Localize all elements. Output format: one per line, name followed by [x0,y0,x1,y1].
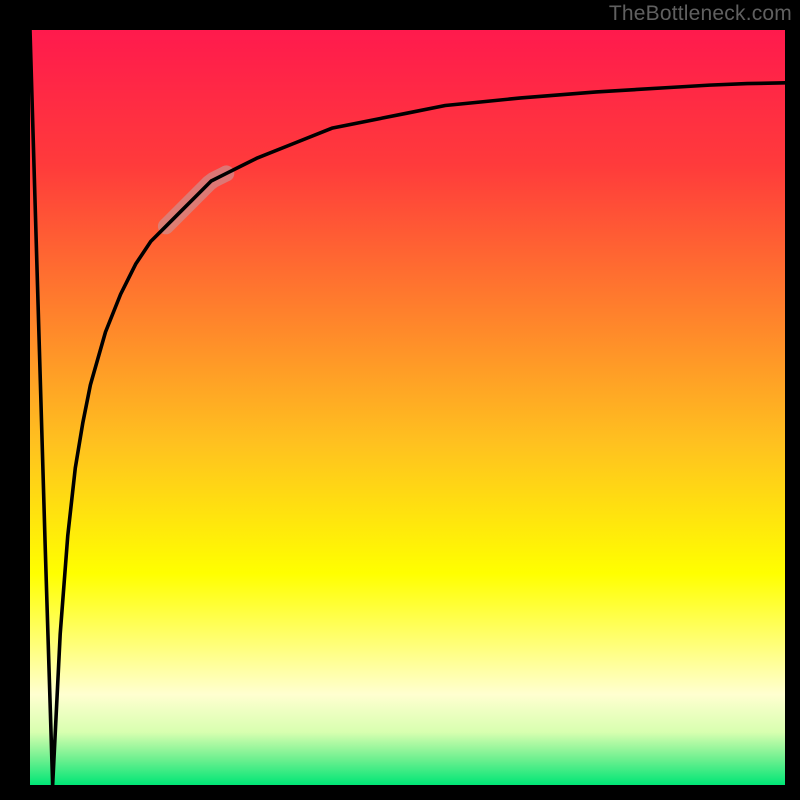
frame-right [785,0,800,800]
chart-root: TheBottleneck.com [0,0,800,800]
plot-area-background [30,30,785,785]
watermark-text: TheBottleneck.com [609,2,792,26]
bottleneck-chart [0,0,800,800]
frame-bottom [0,785,800,800]
frame-left [0,0,30,800]
